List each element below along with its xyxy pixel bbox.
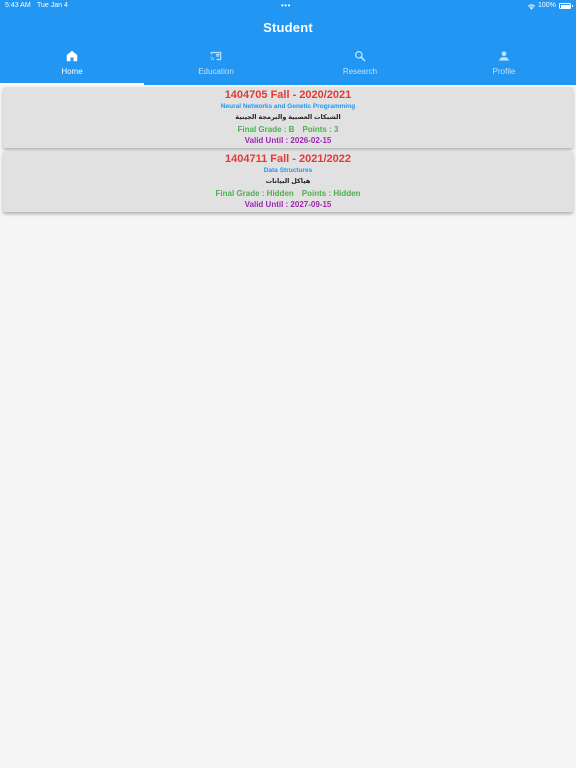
home-icon xyxy=(66,50,78,62)
tab-research[interactable]: Research xyxy=(288,46,432,85)
search-icon xyxy=(354,50,366,62)
course-card[interactable]: 1404711 Fall - 2021/2022 Data Structures… xyxy=(3,151,573,212)
grade-row: Final Grade : Hidden Points : Hidden xyxy=(3,188,573,199)
app-bar: 5:43 AM Tue Jan 4 ••• 100% Student Home … xyxy=(0,0,576,85)
course-list: 1404705 Fall - 2020/2021 Neural Networks… xyxy=(0,87,576,215)
multitasking-dots[interactable]: ••• xyxy=(281,0,291,12)
course-name-arabic: الشبكات العصبية والبرمجة الجينية xyxy=(235,114,341,121)
cast-for-education-icon xyxy=(210,51,222,61)
tab-profile[interactable]: Profile xyxy=(432,46,576,85)
course-name-arabic: هياكل البيانات xyxy=(265,178,311,185)
tab-research-label: Research xyxy=(342,67,378,76)
tab-profile-label: Profile xyxy=(492,67,516,76)
status-date: Tue Jan 4 xyxy=(37,2,68,9)
tab-education-label: Education xyxy=(198,67,234,76)
grade-row: Final Grade : B Points : 3 xyxy=(3,124,573,135)
battery-tip xyxy=(572,5,573,7)
course-name-english: Neural Networks and Genetic Programming xyxy=(220,103,356,110)
course-name-english: Data Structures xyxy=(263,167,313,174)
battery-percentage: 100% xyxy=(538,2,556,9)
status-time: 5:43 AM xyxy=(5,2,31,9)
status-bar: 5:43 AM Tue Jan 4 ••• 100% xyxy=(0,0,576,12)
wifi-icon xyxy=(527,4,536,10)
course-title: 1404705 Fall - 2020/2021 xyxy=(224,89,352,101)
final-grade: Final Grade : B xyxy=(237,125,295,134)
final-grade: Final Grade : Hidden xyxy=(215,189,294,198)
page-title: Student xyxy=(263,20,313,35)
tab-education[interactable]: Education xyxy=(144,46,288,85)
person-icon xyxy=(499,51,509,61)
tab-home-label: Home xyxy=(61,67,83,76)
course-card[interactable]: 1404705 Fall - 2020/2021 Neural Networks… xyxy=(3,87,573,148)
course-title: 1404711 Fall - 2021/2022 xyxy=(225,153,351,165)
valid-until: Valid Until : 2026-02-15 xyxy=(244,136,332,145)
points: Points : 3 xyxy=(302,125,339,134)
points: Points : Hidden xyxy=(301,189,361,198)
battery-icon xyxy=(559,3,571,9)
tab-bar: Home Education Research Profile xyxy=(0,46,576,85)
valid-until: Valid Until : 2027-09-15 xyxy=(244,200,332,209)
tab-home[interactable]: Home xyxy=(0,46,144,85)
